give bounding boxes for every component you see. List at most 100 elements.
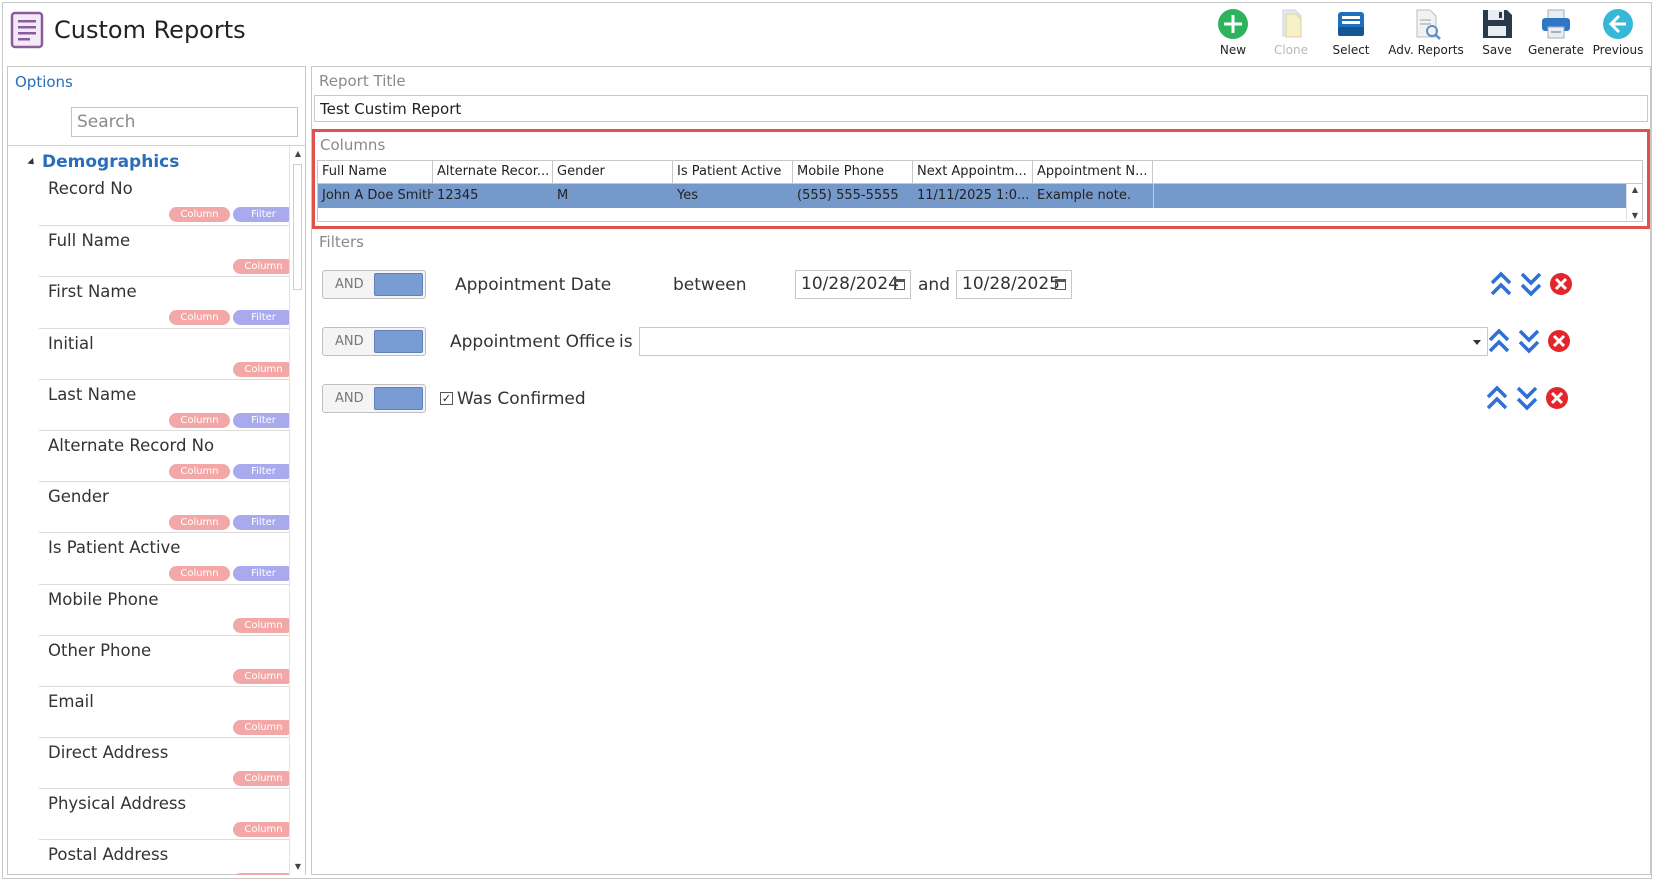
save-button[interactable]: Save	[1470, 4, 1524, 60]
add-filter-tag[interactable]: Filter	[233, 463, 294, 479]
add-column-tag[interactable]: Column	[233, 361, 294, 377]
move-down-chevron-icon[interactable]	[1514, 384, 1540, 412]
tree-item[interactable]: Other Phone Column	[39, 634, 294, 686]
tree-item[interactable]: Physical Address Column	[39, 788, 294, 839]
previous-button[interactable]: Previous	[1588, 4, 1648, 60]
date-from-field[interactable]: 10/28/2024	[795, 270, 911, 299]
tree-item[interactable]: Initial Column	[39, 327, 294, 379]
and-or-toggle[interactable]: AND	[322, 384, 426, 413]
appointment-office-select[interactable]	[639, 327, 1488, 356]
add-column-tag[interactable]: Column	[169, 310, 230, 326]
add-column-tag[interactable]: Column	[233, 719, 294, 735]
tree-item[interactable]: Is Patient Active Column Filter	[39, 532, 294, 583]
tree-item[interactable]: Direct Address Column	[39, 737, 294, 788]
add-column-tag[interactable]: Column	[169, 515, 230, 531]
move-up-chevron-icon[interactable]	[1486, 327, 1512, 355]
scrollbar-thumb[interactable]	[293, 164, 302, 290]
column-header[interactable]: Mobile Phone	[793, 161, 913, 183]
add-filter-tag[interactable]: Filter	[233, 566, 294, 582]
tree-item-label: Last Name	[48, 384, 137, 404]
and-or-toggle[interactable]: AND	[322, 327, 426, 356]
move-down-chevron-icon[interactable]	[1516, 327, 1542, 355]
generate-button[interactable]: Generate	[1524, 4, 1588, 60]
was-confirmed-checkbox[interactable]: ✓	[440, 392, 453, 405]
column-header[interactable]: Gender	[553, 161, 673, 183]
expand-arrow-icon[interactable]	[27, 157, 37, 167]
tree-item[interactable]: Postal Address Column	[39, 839, 294, 875]
column-header[interactable]: Next Appointm...	[913, 161, 1033, 183]
remove-circle-icon[interactable]	[1544, 384, 1570, 412]
add-column-tag[interactable]: Column	[233, 259, 294, 275]
column-header[interactable]: Is Patient Active	[673, 161, 793, 183]
add-filter-tag[interactable]: Filter	[233, 412, 294, 428]
calendar-icon[interactable]	[1055, 279, 1066, 290]
toggle-label: AND	[335, 277, 364, 292]
add-filter-tag[interactable]: Filter	[233, 515, 294, 531]
toggle-knob[interactable]	[374, 273, 423, 296]
new-button-label: New	[1219, 43, 1247, 57]
scroll-up-arrow-icon[interactable]: ▲	[1630, 185, 1640, 195]
tree-item[interactable]: Mobile Phone Column	[39, 583, 294, 635]
tree-item[interactable]: Full Name Column	[39, 225, 294, 276]
tree-item[interactable]: Alternate Record No Column Filter	[39, 429, 294, 481]
add-column-tag[interactable]: Column	[233, 822, 294, 838]
date-from-value: 10/28/2024	[801, 274, 899, 294]
chevron-down-icon[interactable]	[1473, 340, 1481, 345]
remove-circle-icon[interactable]	[1546, 327, 1572, 355]
tree-item[interactable]: Record No Column Filter	[39, 174, 294, 225]
scroll-down-arrow-icon[interactable]: ▼	[293, 862, 303, 872]
filter-row-was-confirmed: AND ✓ Was Confirmed	[322, 384, 1642, 414]
column-header[interactable]: Full Name	[318, 161, 433, 183]
move-up-chevron-icon[interactable]	[1484, 384, 1510, 412]
options-scrollbar[interactable]: ▲ ▼	[289, 146, 305, 875]
move-down-chevron-icon[interactable]	[1518, 270, 1544, 298]
report-title-label: Report Title	[319, 72, 406, 90]
add-column-tag[interactable]: Column	[233, 617, 294, 633]
tree-item[interactable]: Email Column	[39, 685, 294, 737]
tree-item-tags: Column Filter	[169, 566, 294, 582]
table-cell: Yes	[677, 188, 698, 203]
filter-field-label: Appointment Office	[450, 332, 616, 352]
add-column-tag[interactable]: Column	[169, 566, 230, 582]
move-up-chevron-icon[interactable]	[1488, 270, 1514, 298]
scroll-down-arrow-icon[interactable]: ▼	[1630, 211, 1640, 221]
add-column-tag[interactable]: Column	[169, 412, 230, 428]
filter-operator-label: between	[673, 275, 747, 295]
tree-item-label: Direct Address	[48, 743, 169, 763]
tree-item[interactable]: First Name Column Filter	[39, 276, 294, 327]
calendar-icon[interactable]	[894, 279, 905, 290]
select-button[interactable]: Select	[1320, 4, 1382, 60]
date-to-field[interactable]: 10/28/2025	[956, 270, 1072, 299]
report-title-input[interactable]	[314, 95, 1648, 122]
add-column-tag[interactable]: Column	[169, 463, 230, 479]
table-cell-filler	[1153, 184, 1642, 208]
grid-scrollbar[interactable]: ▲ ▼	[1626, 184, 1642, 221]
add-column-tag[interactable]: Column	[233, 873, 294, 875]
new-button[interactable]: New	[1204, 4, 1262, 60]
and-or-toggle[interactable]: AND	[322, 270, 426, 299]
add-filter-tag[interactable]: Filter	[233, 207, 294, 222]
remove-circle-icon[interactable]	[1548, 270, 1574, 298]
tree-item-label: Gender	[48, 487, 109, 507]
tree-item-tags: Column	[233, 617, 294, 633]
add-column-tag[interactable]: Column	[169, 207, 230, 222]
column-header[interactable]: Appointment N...	[1033, 161, 1153, 183]
tree-item[interactable]: Last Name Column Filter	[39, 378, 294, 430]
tree-item-tags: Column Filter	[169, 515, 294, 531]
clone-button[interactable]: Clone	[1262, 4, 1320, 60]
toggle-knob[interactable]	[374, 387, 423, 410]
add-filter-tag[interactable]: Filter	[233, 310, 294, 326]
tree-item[interactable]: Gender Column Filter	[39, 481, 294, 532]
toolbar: New Clone Select Adv. Reports Save Gener…	[1204, 4, 1648, 60]
tree-group-demographics[interactable]: Demographics	[27, 152, 179, 172]
search-input[interactable]	[71, 107, 298, 137]
filter-field-label: Appointment Date	[455, 275, 612, 295]
toggle-knob[interactable]	[374, 330, 423, 353]
adv-reports-button[interactable]: Adv. Reports	[1382, 4, 1470, 60]
table-row[interactable]: John A Doe Smith 12345 M Yes (555) 555-5555 1…	[318, 184, 1642, 208]
add-column-tag[interactable]: Column	[233, 668, 294, 684]
column-header[interactable]: Alternate Recor...	[433, 161, 553, 183]
add-column-tag[interactable]: Column	[233, 771, 294, 787]
previous-button-label: Previous	[1592, 43, 1644, 57]
scroll-up-arrow-icon[interactable]: ▲	[293, 149, 303, 159]
